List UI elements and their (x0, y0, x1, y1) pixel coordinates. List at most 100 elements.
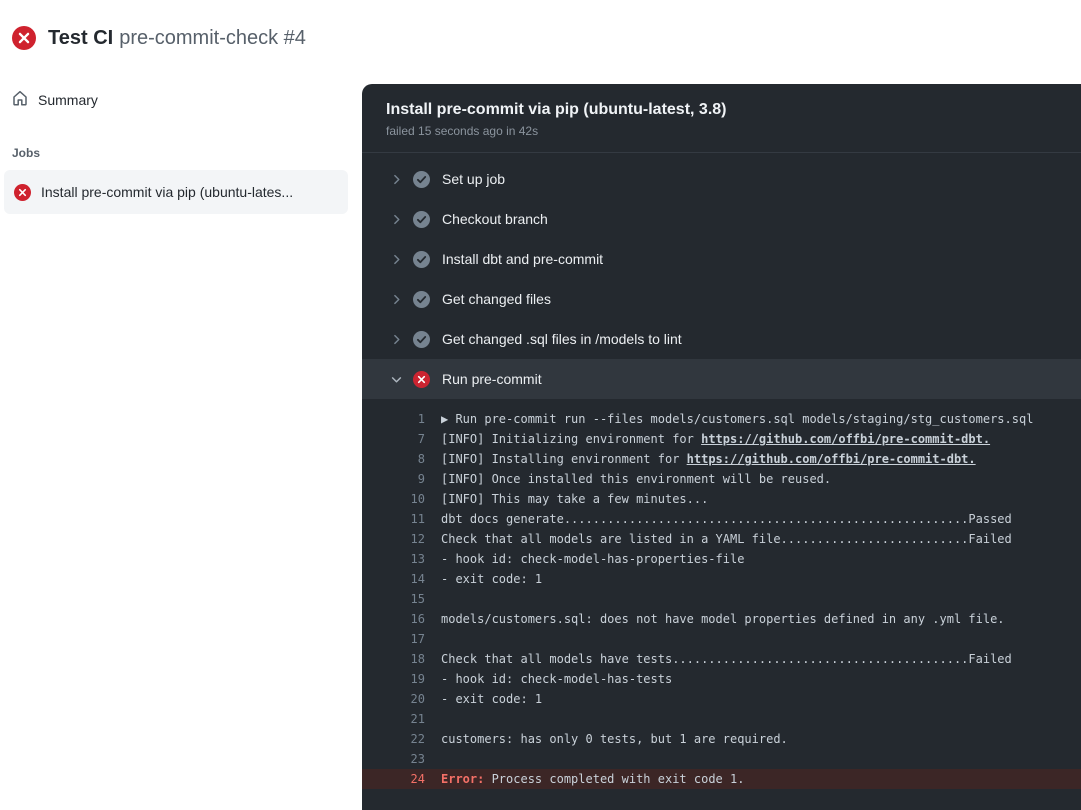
log-line-text: - exit code: 1 (441, 569, 542, 589)
log-line: 19 - hook id: check-model-has-tests (362, 669, 1081, 689)
log-line: 10 [INFO] This may take a few minutes... (362, 489, 1081, 509)
steps-list: Set up job Checkout branch Install dbt and… (362, 153, 1081, 399)
step-row-get-changed-files[interactable]: Get changed files (362, 279, 1081, 319)
log-line-number[interactable]: 22 (362, 729, 425, 749)
x-circle-icon (413, 371, 430, 388)
log-segment: - exit code: 1 (441, 572, 542, 586)
log-line-text: [INFO] Installing environment for https:… (441, 449, 976, 469)
log-line-text: Check that all models are listed in a YA… (441, 529, 1012, 549)
x-circle-icon (12, 26, 36, 50)
chevron-right-icon (390, 252, 404, 266)
run-header: Test CI pre-commit-check #4 (12, 26, 306, 50)
step-row-checkout-branch[interactable]: Checkout branch (362, 199, 1081, 239)
log-line: 21 (362, 709, 1081, 729)
log-line: 13 - hook id: check-model-has-properties-… (362, 549, 1081, 569)
log-line-number[interactable]: 13 (362, 549, 425, 569)
step-label: Checkout branch (442, 211, 548, 227)
log-line: 17 (362, 629, 1081, 649)
log-segment: - hook id: check-model-has-tests (441, 672, 672, 686)
chevron-down-icon (390, 372, 404, 386)
step-label: Set up job (442, 171, 505, 187)
jobs-section-label: Jobs (12, 146, 342, 160)
log-line: 23 (362, 749, 1081, 769)
log-line-error: 24 Error: Process completed with exit cod… (362, 769, 1081, 789)
log-line-number[interactable]: 12 (362, 529, 425, 549)
log-line-number[interactable]: 16 (362, 609, 425, 629)
chevron-right-icon (390, 292, 404, 306)
sidebar: Summary Jobs Install pre-commit via pip … (0, 84, 354, 214)
log-segment: - exit code: 1 (441, 692, 542, 706)
workflow-name: Test CI (48, 27, 113, 49)
job-label: Install pre-commit via pip (ubuntu-lates… (41, 184, 293, 200)
step-row-install-dbt-and-pre-commit[interactable]: Install dbt and pre-commit (362, 239, 1081, 279)
log-line-number[interactable]: 20 (362, 689, 425, 709)
log-line-number[interactable]: 1 (362, 409, 425, 429)
log-line-text: - exit code: 1 (441, 689, 542, 709)
sidebar-item-summary[interactable]: Summary (0, 84, 354, 116)
log-line-text: [INFO] Once installed this environment w… (441, 469, 831, 489)
log-line-number[interactable]: 24 (362, 769, 425, 789)
job-status-line: failed 15 seconds ago in 42s (386, 124, 1057, 138)
log-line-text: ▶ Run pre-commit run --files models/cust… (441, 409, 1033, 429)
chevron-right-icon (390, 212, 404, 226)
log-segment: models/customers.sql: does not have mode… (441, 612, 1005, 626)
log-line-number[interactable]: 21 (362, 709, 425, 729)
log-line: 12 Check that all models are listed in a … (362, 529, 1081, 549)
log-line-text: - hook id: check-model-has-properties-fi… (441, 549, 744, 569)
step-label: Install dbt and pre-commit (442, 251, 603, 267)
check-circle-icon (413, 251, 430, 268)
log-segment: ▶ Run pre-commit run --files models/cust… (441, 412, 1033, 426)
step-row-set-up-job[interactable]: Set up job (362, 159, 1081, 199)
log-segment: - hook id: check-model-has-properties-fi… (441, 552, 744, 566)
job-log-panel: Install pre-commit via pip (ubuntu-lates… (362, 84, 1081, 810)
chevron-right-icon (390, 332, 404, 346)
check-circle-icon (413, 171, 430, 188)
log-link[interactable]: https://github.com/offbi/pre-commit-dbt. (687, 452, 976, 466)
log-output: 1 ▶ Run pre-commit run --files models/cus… (362, 399, 1081, 789)
log-line: 8 [INFO] Installing environment for https… (362, 449, 1081, 469)
log-line-text: dbt docs generate.......................… (441, 509, 1012, 529)
log-line-text: [INFO] This may take a few minutes... (441, 489, 708, 509)
log-line: 9 [INFO] Once installed this environment … (362, 469, 1081, 489)
log-line: 1 ▶ Run pre-commit run --files models/cus… (362, 409, 1081, 429)
log-line-number[interactable]: 19 (362, 669, 425, 689)
log-line: 15 (362, 589, 1081, 609)
sidebar-item-job[interactable]: Install pre-commit via pip (ubuntu-lates… (4, 170, 348, 214)
log-line-number[interactable]: 17 (362, 629, 425, 649)
log-segment: Check that all models are listed in a YA… (441, 532, 1012, 546)
log-link[interactable]: https://github.com/offbi/pre-commit-dbt. (701, 432, 990, 446)
check-circle-icon (413, 291, 430, 308)
log-line: 20 - exit code: 1 (362, 689, 1081, 709)
run-name: pre-commit-check #4 (119, 27, 306, 49)
log-line-number[interactable]: 7 (362, 429, 425, 449)
step-label: Get changed .sql files in /models to lin… (442, 331, 682, 347)
check-circle-icon (413, 211, 430, 228)
home-icon (12, 90, 28, 111)
log-segment: dbt docs generate.......................… (441, 512, 1012, 526)
log-line-text: models/customers.sql: does not have mode… (441, 609, 1005, 629)
step-row-get-changed-sql-files-in-models-to-lint[interactable]: Get changed .sql files in /models to lin… (362, 319, 1081, 359)
log-line-number[interactable]: 15 (362, 589, 425, 609)
log-line-number[interactable]: 9 (362, 469, 425, 489)
job-panel-header: Install pre-commit via pip (ubuntu-lates… (362, 84, 1081, 152)
log-line-number[interactable]: 8 (362, 449, 425, 469)
log-line: 22 customers: has only 0 tests, but 1 are… (362, 729, 1081, 749)
log-line-text: customers: has only 0 tests, but 1 are r… (441, 729, 788, 749)
log-line-number[interactable]: 18 (362, 649, 425, 669)
log-line-number[interactable]: 23 (362, 749, 425, 769)
log-line-number[interactable]: 10 (362, 489, 425, 509)
log-line-text: Check that all models have tests........… (441, 649, 1012, 669)
log-line-number[interactable]: 11 (362, 509, 425, 529)
log-line-number[interactable]: 14 (362, 569, 425, 589)
step-row-run-pre-commit[interactable]: Run pre-commit (362, 359, 1081, 399)
log-segment: Check that all models have tests........… (441, 652, 1012, 666)
log-line-text: - hook id: check-model-has-tests (441, 669, 672, 689)
log-segment: [INFO] Installing environment for (441, 452, 687, 466)
step-label: Get changed files (442, 291, 551, 307)
check-circle-icon (413, 331, 430, 348)
log-segment: [INFO] This may take a few minutes... (441, 492, 708, 506)
log-segment: Process completed with exit code 1. (492, 772, 745, 786)
summary-label: Summary (38, 92, 98, 108)
error-label: Error: (441, 772, 492, 786)
log-line-text: Error: Process completed with exit code … (441, 769, 744, 789)
